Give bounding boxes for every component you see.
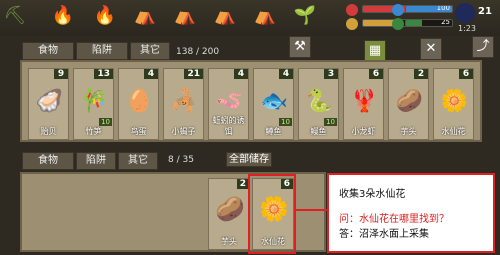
health-icon xyxy=(346,4,358,16)
deposit-all-button[interactable]: 全部储存 xyxy=(226,152,272,167)
callout-answer: 答：沼泽水面上采集 xyxy=(339,229,429,240)
item-count: 9 xyxy=(54,69,68,79)
freshness-badge: 10 xyxy=(324,118,337,126)
item-count: 4 xyxy=(144,69,158,79)
hammer-button[interactable]: ⚒ xyxy=(289,36,311,58)
storage-item-slot[interactable]: 2 🥔 芋头 xyxy=(388,68,429,140)
shelter-icon[interactable]: ⛺ xyxy=(212,2,238,28)
item-label: 芋头 xyxy=(400,127,417,136)
tent-icon[interactable]: ⛺ xyxy=(172,2,198,28)
storage-item-slot[interactable]: 6 🌼 水仙花 xyxy=(433,68,474,140)
storage-capacity: 138 / 200 xyxy=(176,47,220,57)
sanity-bar: 100 xyxy=(405,5,453,13)
bag-tab-traps[interactable]: 陷阱 xyxy=(76,152,116,170)
storage-tab-other[interactable]: 其它 xyxy=(130,42,170,60)
freshness-badge: 10 xyxy=(99,118,112,126)
item-count: 4 xyxy=(279,69,293,79)
bag-capacity: 8 / 35 xyxy=(168,155,194,165)
item-label: 水仙花 xyxy=(441,127,466,136)
daffodil-icon: 🌼 xyxy=(440,88,469,114)
callout-title: 收集3朵水仙花 xyxy=(339,189,406,200)
taro-icon: 🥔 xyxy=(215,195,245,223)
bag-tab-other[interactable]: 其它 xyxy=(118,152,158,170)
map-button[interactable]: ▦ xyxy=(364,40,386,62)
storage-item-slot[interactable]: 13 🎋 10 竹笋 xyxy=(73,68,114,140)
storage-item-slot[interactable]: 6 🦞 小龙虾 xyxy=(343,68,384,140)
bag-item-taro[interactable]: 2 🥔 芋头 xyxy=(208,178,250,250)
storage-item-slot[interactable]: 3 🐍 10 鳗鱼 xyxy=(298,68,339,140)
bag-tab-food[interactable]: 食物 xyxy=(22,152,74,170)
storage-item-slot[interactable]: 9 🦪 贻贝 xyxy=(28,68,69,140)
item-count: 2 xyxy=(414,69,428,79)
storage-inventory: 9 🦪 贻贝 13 🎋 10 竹笋 4 🥚 鸟蛋 21 🦂 小蝎子 4 🪱 蚯蚓的诱饵 4 🐟 10 鳟鱼 3 🐍 10 鳗鱼… xyxy=(20,60,482,142)
taro-icon: 🥔 xyxy=(395,88,424,114)
day-night-icon xyxy=(455,3,475,23)
axe-icon[interactable]: ⛏ xyxy=(2,2,28,28)
item-count: 6 xyxy=(369,69,383,79)
egg-icon: 🥚 xyxy=(125,88,154,114)
item-label: 贻贝 xyxy=(40,127,57,136)
item-label: 小龙虾 xyxy=(351,127,376,136)
item-count: 21 xyxy=(184,69,203,79)
storage-tab-food[interactable]: 食物 xyxy=(22,42,74,60)
worm-icon: 🪱 xyxy=(215,88,244,114)
crayfish-icon: 🦞 xyxy=(350,88,379,114)
storage-tab-traps[interactable]: 陷阱 xyxy=(76,42,128,60)
item-count: 13 xyxy=(94,69,113,79)
clock-label: 1:23 xyxy=(458,24,476,33)
fish-icon: 🐟 xyxy=(260,88,289,114)
callout-question: 问：水仙花在哪里找到？ xyxy=(339,214,449,225)
tent-icon[interactable]: ⛺ xyxy=(132,2,158,28)
callout-connector xyxy=(296,209,328,211)
sapling-icon[interactable]: 🌱 xyxy=(292,2,318,28)
scorpion-icon: 🦂 xyxy=(170,88,199,114)
torch-icon[interactable]: 🔥 xyxy=(50,2,76,28)
item-label: 蚯蚓的诱饵 xyxy=(212,116,245,136)
item-label: 芋头 xyxy=(221,237,237,246)
sanity-icon xyxy=(392,4,404,16)
item-label: 竹笋 xyxy=(85,127,102,136)
close-button[interactable]: ✕ xyxy=(420,38,442,60)
highlight-box xyxy=(248,174,296,254)
freshness-badge: 10 xyxy=(279,118,292,126)
eel-icon: 🐍 xyxy=(305,88,334,114)
bamboo-icon: 🎋 xyxy=(80,88,109,114)
storage-item-slot[interactable]: 4 🥚 鸟蛋 xyxy=(118,68,159,140)
workbench-icon[interactable]: ⛺ xyxy=(252,2,278,28)
campfire-icon[interactable]: 🔥 xyxy=(92,2,118,28)
exit-button[interactable]: ⤴ xyxy=(472,36,494,58)
item-label: 鳟鱼 xyxy=(265,127,282,136)
stamina-bar: 25 xyxy=(405,19,453,27)
item-count: 4 xyxy=(234,69,248,79)
hunger-icon xyxy=(346,18,358,30)
item-count: 3 xyxy=(324,69,338,79)
storage-item-slot[interactable]: 4 🪱 蚯蚓的诱饵 xyxy=(208,68,249,140)
shell-icon: 🦪 xyxy=(35,88,64,114)
level-label: 21 xyxy=(478,6,492,17)
storage-item-slot[interactable]: 4 🐟 10 鳟鱼 xyxy=(253,68,294,140)
stamina-icon xyxy=(392,18,404,30)
storage-item-slot[interactable]: 21 🦂 小蝎子 xyxy=(163,68,204,140)
hint-callout: 收集3朵水仙花 问：水仙花在哪里找到？ 答：沼泽水面上采集 xyxy=(327,173,495,253)
item-label: 鸟蛋 xyxy=(130,127,147,136)
item-count: 6 xyxy=(459,69,473,79)
item-label: 鳗鱼 xyxy=(310,127,327,136)
item-label: 小蝎子 xyxy=(171,127,196,136)
